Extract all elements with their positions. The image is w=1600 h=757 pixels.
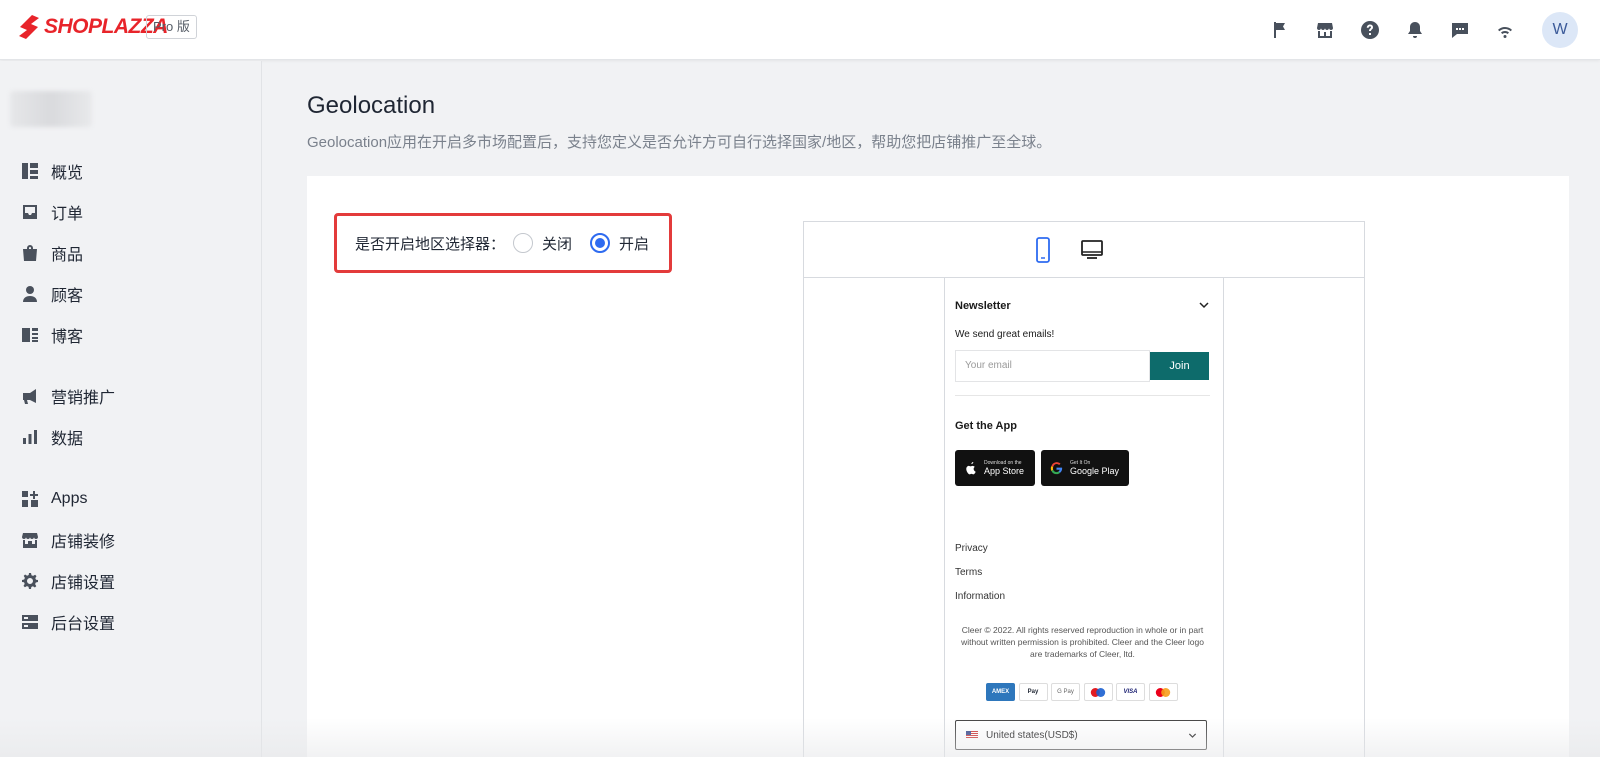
gear-icon [20,571,40,591]
sidebar-item-label: 店铺设置 [51,575,116,592]
sidebar-item-store-settings[interactable]: 店铺设置 [20,566,115,596]
sidebar: 概览 订单 商品 顾客 博客 营销推广 数据 Apps 店铺装修 店铺设置 后台… [0,61,262,757]
get-app-title: Get the App [955,420,1017,432]
chevron-down-icon[interactable] [1197,298,1211,312]
sidebar-item-label: 商品 [51,247,84,264]
storefront-preview: Newsletter We send great emails! Your em… [803,221,1365,757]
join-button[interactable]: Join [1150,352,1209,380]
sidebar-item-customers[interactable]: 顾客 [20,279,83,309]
amex-icon: AMEX [986,683,1015,701]
app-store-button[interactable]: Download on the App Store [955,450,1035,486]
sidebar-item-label: 店铺装修 [51,534,116,551]
user-avatar[interactable]: W [1542,12,1578,48]
apple-icon [966,461,976,474]
radio-on-circle[interactable] [590,233,611,253]
page-description: Geolocation应用在开启多市场配置后，支持您定义是否允许方可自行选择国家… [307,134,1052,151]
sidebar-item-label: 营销推广 [51,390,116,407]
megaphone-icon [20,386,40,406]
sidebar-item-apps[interactable]: Apps [20,484,87,514]
settings-card: 是否开启地区选择器： 关闭 开启 Newsletter We send grea… [307,176,1569,757]
bar-chart-icon [20,427,40,447]
sidebar-item-orders[interactable]: 订单 [20,197,83,227]
privacy-link[interactable]: Privacy [955,543,988,554]
app-store-text: App Store [984,466,1025,476]
region-selector-setting: 是否开启地区选择器： 关闭 开启 [334,213,672,273]
sidebar-item-label: 后台设置 [51,616,116,633]
store-name-blurred[interactable] [10,91,92,127]
email-input[interactable]: Your email [955,350,1150,382]
apps-icon [20,489,40,509]
payment-methods: AMEX Pay G Pay VISA [986,683,1181,701]
country-selector[interactable]: United states(USD$) [955,720,1207,750]
top-bar: SHOPLAZZA Pro 版 W [0,0,1600,60]
sidebar-item-label: 顾客 [51,288,84,305]
radio-on[interactable]: 开启 [590,233,649,254]
chevron-down-icon [1188,733,1197,738]
sidebar-item-label: 博客 [51,329,84,346]
google-pay-icon: G Pay [1051,683,1080,701]
mastercard-icon [1148,683,1178,701]
wifi-icon[interactable] [1494,19,1516,41]
flag-icon[interactable] [1269,19,1291,41]
copyright-text: Cleer © 2022. All rights reserved reprod… [961,625,1204,659]
sidebar-item-label: Apps [51,490,88,507]
dashboard-icon [20,161,40,181]
mobile-preview-frame: Newsletter We send great emails! Your em… [944,278,1224,757]
sidebar-item-blog[interactable]: 博客 [20,320,83,350]
sidebar-item-label: 概览 [51,165,84,182]
sidebar-item-theme[interactable]: 店铺装修 [20,525,115,555]
radio-off-circle[interactable] [513,233,534,253]
preview-device-toolbar [804,222,1364,278]
terms-link[interactable]: Terms [955,567,982,578]
page-title: Geolocation [307,92,436,119]
information-link[interactable]: Information [955,591,1005,602]
storefront-icon [20,530,40,550]
sidebar-item-overview[interactable]: 概览 [20,156,83,186]
us-flag-icon [966,731,978,739]
radio-on-label: 开启 [619,235,650,253]
shoplazza-logo-icon [19,15,39,39]
divider [955,395,1210,396]
country-selector-value: United states(USD$) [986,729,1078,741]
visa-icon: VISA [1116,683,1145,701]
top-actions: W [1269,0,1600,60]
sidebar-item-products[interactable]: 商品 [20,238,83,268]
store-icon[interactable] [1314,19,1336,41]
newsletter-title: Newsletter [955,300,1011,312]
help-icon[interactable] [1359,19,1381,41]
blog-icon [20,325,40,345]
bell-icon[interactable] [1404,19,1426,41]
radio-off[interactable]: 关闭 [513,233,572,254]
google-icon [1050,461,1063,474]
inbox-icon [20,202,40,222]
google-play-button[interactable]: Get It On Google Play [1041,450,1129,486]
apple-pay-icon: Pay [1018,683,1048,701]
server-icon [20,612,40,632]
google-play-text: Google Play [1070,466,1120,476]
desktop-icon[interactable] [1079,236,1105,264]
radio-off-label: 关闭 [542,235,573,253]
region-selector-label: 是否开启地区选择器： [355,235,506,253]
sidebar-item-label: 数据 [51,431,84,448]
bag-icon [20,243,40,263]
plan-badge: Pro 版 [146,15,197,39]
sidebar-item-analytics[interactable]: 数据 [20,422,83,452]
sidebar-item-label: 订单 [51,206,84,223]
chat-icon[interactable] [1449,19,1471,41]
person-icon [20,284,40,304]
sidebar-item-marketing[interactable]: 营销推广 [20,381,115,411]
newsletter-subtitle: We send great emails! [955,329,1055,340]
sidebar-item-admin-settings[interactable]: 后台设置 [20,607,115,637]
mobile-icon[interactable] [1030,236,1056,264]
maestro-icon [1083,683,1113,701]
